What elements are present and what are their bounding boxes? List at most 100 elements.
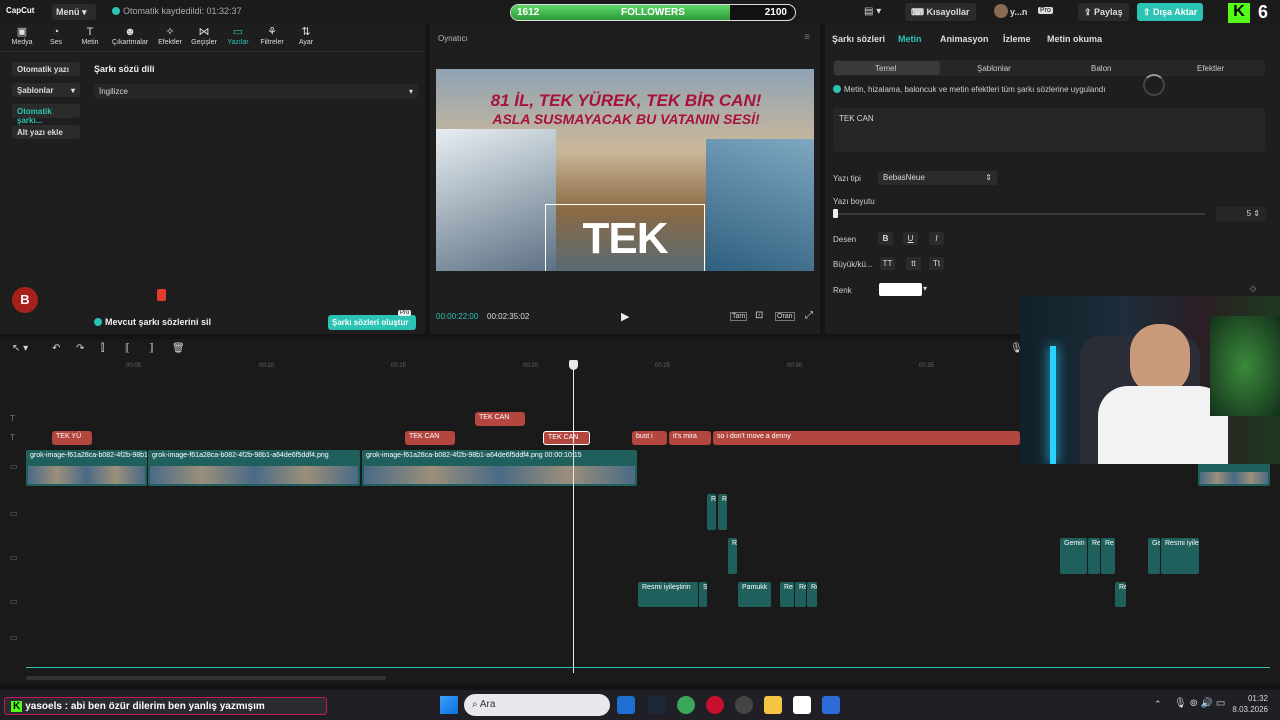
size-slider[interactable] bbox=[835, 213, 1205, 215]
edge-icon[interactable] bbox=[617, 696, 635, 714]
aspect-ratio-button[interactable]: Oran bbox=[775, 312, 795, 321]
tool-text[interactable]: T Metin bbox=[72, 26, 108, 46]
text-content-input[interactable]: TEK CAN bbox=[833, 108, 1265, 152]
overlay-clip[interactable]: Pamukk bbox=[738, 582, 771, 607]
size-input[interactable]: 5 ⇕ bbox=[1216, 207, 1266, 221]
undo-icon[interactable]: ↶ bbox=[52, 343, 60, 354]
video-clip[interactable] bbox=[1198, 461, 1270, 486]
tool-transitions[interactable]: ⋈ Geçişler bbox=[186, 26, 222, 46]
bold-button[interactable]: B bbox=[878, 232, 893, 245]
capcut-icon[interactable] bbox=[793, 696, 811, 714]
subtab-basic[interactable]: Temel bbox=[875, 64, 896, 73]
tool-filters[interactable]: ⚘ Filtreler bbox=[254, 26, 290, 46]
lowercase-button[interactable]: tt bbox=[906, 257, 921, 270]
overlay-clip[interactable]: Re bbox=[807, 582, 817, 607]
language-select[interactable]: İngilizce ▾ bbox=[94, 84, 418, 99]
tab-tts[interactable]: Metin okuma bbox=[1047, 34, 1102, 44]
text-clip[interactable]: bust i bbox=[632, 431, 667, 445]
horizontal-scrollbar[interactable] bbox=[26, 676, 386, 680]
italic-button[interactable]: I bbox=[929, 232, 944, 245]
text-clip[interactable]: so i don't move a denny bbox=[713, 431, 1020, 445]
text-clip-selected[interactable]: TEK CAN bbox=[543, 431, 590, 445]
video-clip[interactable]: grok-image-f61a28ca-b082-4f2b-98b1-a64 bbox=[26, 450, 147, 486]
color-dropdown-icon[interactable]: ▾ bbox=[923, 284, 927, 293]
delete-icon[interactable]: 🗑 bbox=[172, 343, 185, 354]
underline-button[interactable]: U bbox=[903, 232, 918, 245]
obs-icon[interactable] bbox=[735, 696, 753, 714]
video-clip[interactable]: grok-image-f61a28ca-b082-4f2b-98b1-a64de… bbox=[362, 450, 637, 486]
tool-audio[interactable]: ◔ Ses bbox=[38, 26, 74, 46]
text-clip[interactable]: TEK YÜ bbox=[52, 431, 92, 445]
snapshot-icon[interactable]: ⊡ bbox=[755, 310, 763, 321]
subtab-bubble[interactable]: Balon bbox=[1091, 64, 1111, 73]
subtab-templates[interactable]: Şablonlar bbox=[977, 64, 1011, 73]
menu-button[interactable]: Menü ▾ bbox=[52, 4, 96, 20]
overlay-clip[interactable]: Re bbox=[1088, 538, 1100, 574]
create-lyrics-button[interactable]: Şarkı sözleri oluştur bbox=[328, 315, 416, 330]
shortcuts-button[interactable]: ⌨ Kısayollar bbox=[905, 3, 976, 21]
tool-captions[interactable]: ▭ Yazılar bbox=[220, 26, 256, 46]
overlay-clip[interactable]: Re bbox=[728, 538, 737, 574]
tab-tracking[interactable]: İzleme bbox=[1003, 34, 1031, 44]
tab-lyrics[interactable]: Şarkı sözleri bbox=[832, 34, 885, 44]
overlay-clip[interactable]: Re bbox=[780, 582, 794, 607]
split-left-icon[interactable]: ⟦ bbox=[125, 343, 130, 354]
uppercase-button[interactable]: TT bbox=[880, 257, 895, 270]
overlay-clip[interactable]: Re bbox=[1115, 582, 1126, 607]
split-right-icon[interactable]: ⟧ bbox=[149, 343, 154, 354]
size-slider-handle[interactable] bbox=[833, 209, 838, 218]
tool-media[interactable]: ▣ Medya bbox=[4, 26, 40, 46]
text-clip[interactable]: it's mira bbox=[669, 431, 711, 445]
video-clip[interactable]: grok-image-f61a28ca-b082-4f2b-98b1-a64de… bbox=[148, 450, 360, 486]
playhead-handle[interactable] bbox=[569, 360, 578, 370]
apply-all-checkbox[interactable]: Metin, hizalama, baloncuk ve metin efekt… bbox=[833, 85, 1105, 94]
chrome-icon[interactable] bbox=[677, 696, 695, 714]
tool-effects[interactable]: ✧ Efektler bbox=[152, 26, 188, 46]
layout-icon[interactable]: ▤ ▾ bbox=[864, 6, 881, 17]
subtab-effects[interactable]: Efektler bbox=[1197, 64, 1224, 73]
keyframe-icon[interactable]: ◇ bbox=[1250, 284, 1256, 293]
avatar[interactable] bbox=[994, 4, 1008, 18]
delete-lyrics-checkbox[interactable]: Mevcut şarkı sözlerini sil bbox=[94, 317, 211, 327]
redo-icon[interactable]: ↷ bbox=[76, 343, 84, 354]
opera-icon[interactable] bbox=[706, 696, 724, 714]
export-button[interactable]: ⇧ Dışa Aktar bbox=[1137, 3, 1204, 21]
text-clip[interactable]: TEK CAN bbox=[405, 431, 455, 445]
overlay-clip[interactable]: Resmi iyileştirin bbox=[638, 582, 698, 607]
side-auto-captions[interactable]: Otomatik yazı bbox=[12, 62, 80, 76]
overlay-clip[interactable]: Resmi iyile bbox=[1161, 538, 1199, 574]
overlay-clip[interactable]: Re bbox=[1101, 538, 1115, 574]
video-preview[interactable]: 81 İL, TEK YÜREK, TEK BİR CAN! ASLA SUSM… bbox=[436, 69, 814, 271]
text-clip[interactable]: TEK CAN bbox=[475, 412, 525, 426]
tool-adjust[interactable]: ⇅ Ayar bbox=[288, 26, 324, 46]
color-swatch[interactable] bbox=[879, 283, 922, 296]
titlecase-button[interactable]: Tt bbox=[929, 257, 944, 270]
select-tool-icon[interactable]: ↖ ▾ bbox=[12, 343, 28, 354]
overlay-clip[interactable]: Sl bbox=[699, 582, 707, 607]
side-auto-lyrics[interactable]: Otomatik şarkı... bbox=[12, 104, 80, 125]
app-icon[interactable] bbox=[822, 696, 840, 714]
steam-icon[interactable] bbox=[648, 696, 666, 714]
side-templates[interactable]: Şablonlar ▾ bbox=[12, 83, 80, 97]
overlay-clip[interactable]: Re bbox=[795, 582, 806, 607]
tool-stickers[interactable]: ☻ Çıkartmalar bbox=[112, 26, 148, 46]
expand-icon[interactable]: ⤢ bbox=[805, 310, 813, 321]
overlay-clip[interactable]: Re bbox=[707, 494, 716, 530]
split-icon[interactable]: ⫿ bbox=[101, 343, 104, 354]
overlay-text-tek-can[interactable]: TEK CAN bbox=[545, 214, 705, 271]
tab-animation[interactable]: Animasyon bbox=[940, 34, 989, 44]
overlay-clip[interactable]: Re bbox=[718, 494, 727, 530]
tray-icons[interactable]: 🎙 ⊚ 🔊 ▭ bbox=[1174, 698, 1225, 709]
overlay-clip[interactable]: Gemin bbox=[1060, 538, 1087, 574]
fullscreen-quality-button[interactable]: Tam bbox=[730, 312, 748, 321]
side-add-subtitle[interactable]: Alt yazı ekle bbox=[12, 125, 80, 139]
font-select[interactable]: BebasNeue ⇕ bbox=[878, 171, 997, 185]
share-button[interactable]: ⇪ Paylaş bbox=[1078, 3, 1129, 21]
windows-start-icon[interactable] bbox=[440, 696, 458, 714]
tray-chevron-icon[interactable]: ⌃ bbox=[1154, 699, 1162, 710]
tab-text[interactable]: Metin bbox=[898, 34, 922, 44]
overlay-clip[interactable]: Ge bbox=[1148, 538, 1160, 574]
play-icon[interactable]: ▶ bbox=[621, 310, 629, 323]
taskbar-search[interactable]: ⌕ Ara bbox=[464, 694, 610, 716]
player-menu-icon[interactable]: ≡ bbox=[804, 32, 810, 43]
